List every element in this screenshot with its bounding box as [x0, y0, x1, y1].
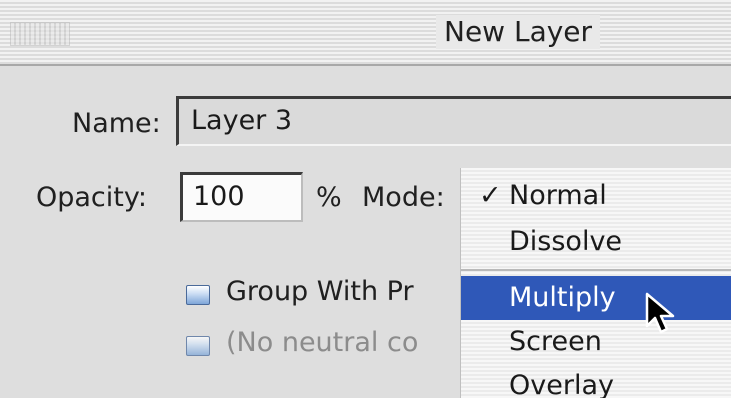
opacity-label: Opacity:: [36, 182, 147, 213]
close-box-icon[interactable]: [10, 22, 70, 46]
menu-item-dissolve[interactable]: Dissolve: [461, 220, 731, 264]
title-bar[interactable]: New Layer: [0, 0, 731, 66]
menu-item-label: Screen: [509, 326, 602, 357]
mode-dropdown-menu: ✓ Normal Dissolve Multiply Screen Overla…: [460, 168, 731, 398]
checkmark-icon: ✓: [479, 180, 502, 211]
opacity-input[interactable]: 100: [180, 172, 303, 222]
menu-divider: [461, 269, 731, 271]
menu-item-overlay[interactable]: Overlay: [461, 364, 731, 398]
group-with-previous-checkbox[interactable]: [186, 285, 210, 305]
menu-item-label: Multiply: [509, 282, 616, 313]
group-with-previous-label[interactable]: Group With Pr: [226, 276, 414, 307]
name-label: Name:: [72, 108, 161, 139]
window-title: New Layer: [436, 15, 601, 49]
menu-item-normal[interactable]: ✓ Normal: [461, 174, 731, 218]
arrow-cursor-icon: [645, 292, 675, 334]
menu-item-label: Overlay: [509, 370, 614, 398]
menu-item-multiply[interactable]: Multiply: [461, 276, 731, 320]
percent-symbol: %: [316, 182, 342, 213]
menu-item-screen[interactable]: Screen: [461, 320, 731, 364]
neutral-color-label: (No neutral co: [226, 327, 419, 358]
menu-item-label: Normal: [509, 180, 607, 211]
menu-item-label: Dissolve: [509, 226, 623, 257]
name-input[interactable]: Layer 3: [176, 96, 731, 146]
mode-label: Mode:: [362, 182, 445, 213]
neutral-color-checkbox: [186, 336, 210, 356]
